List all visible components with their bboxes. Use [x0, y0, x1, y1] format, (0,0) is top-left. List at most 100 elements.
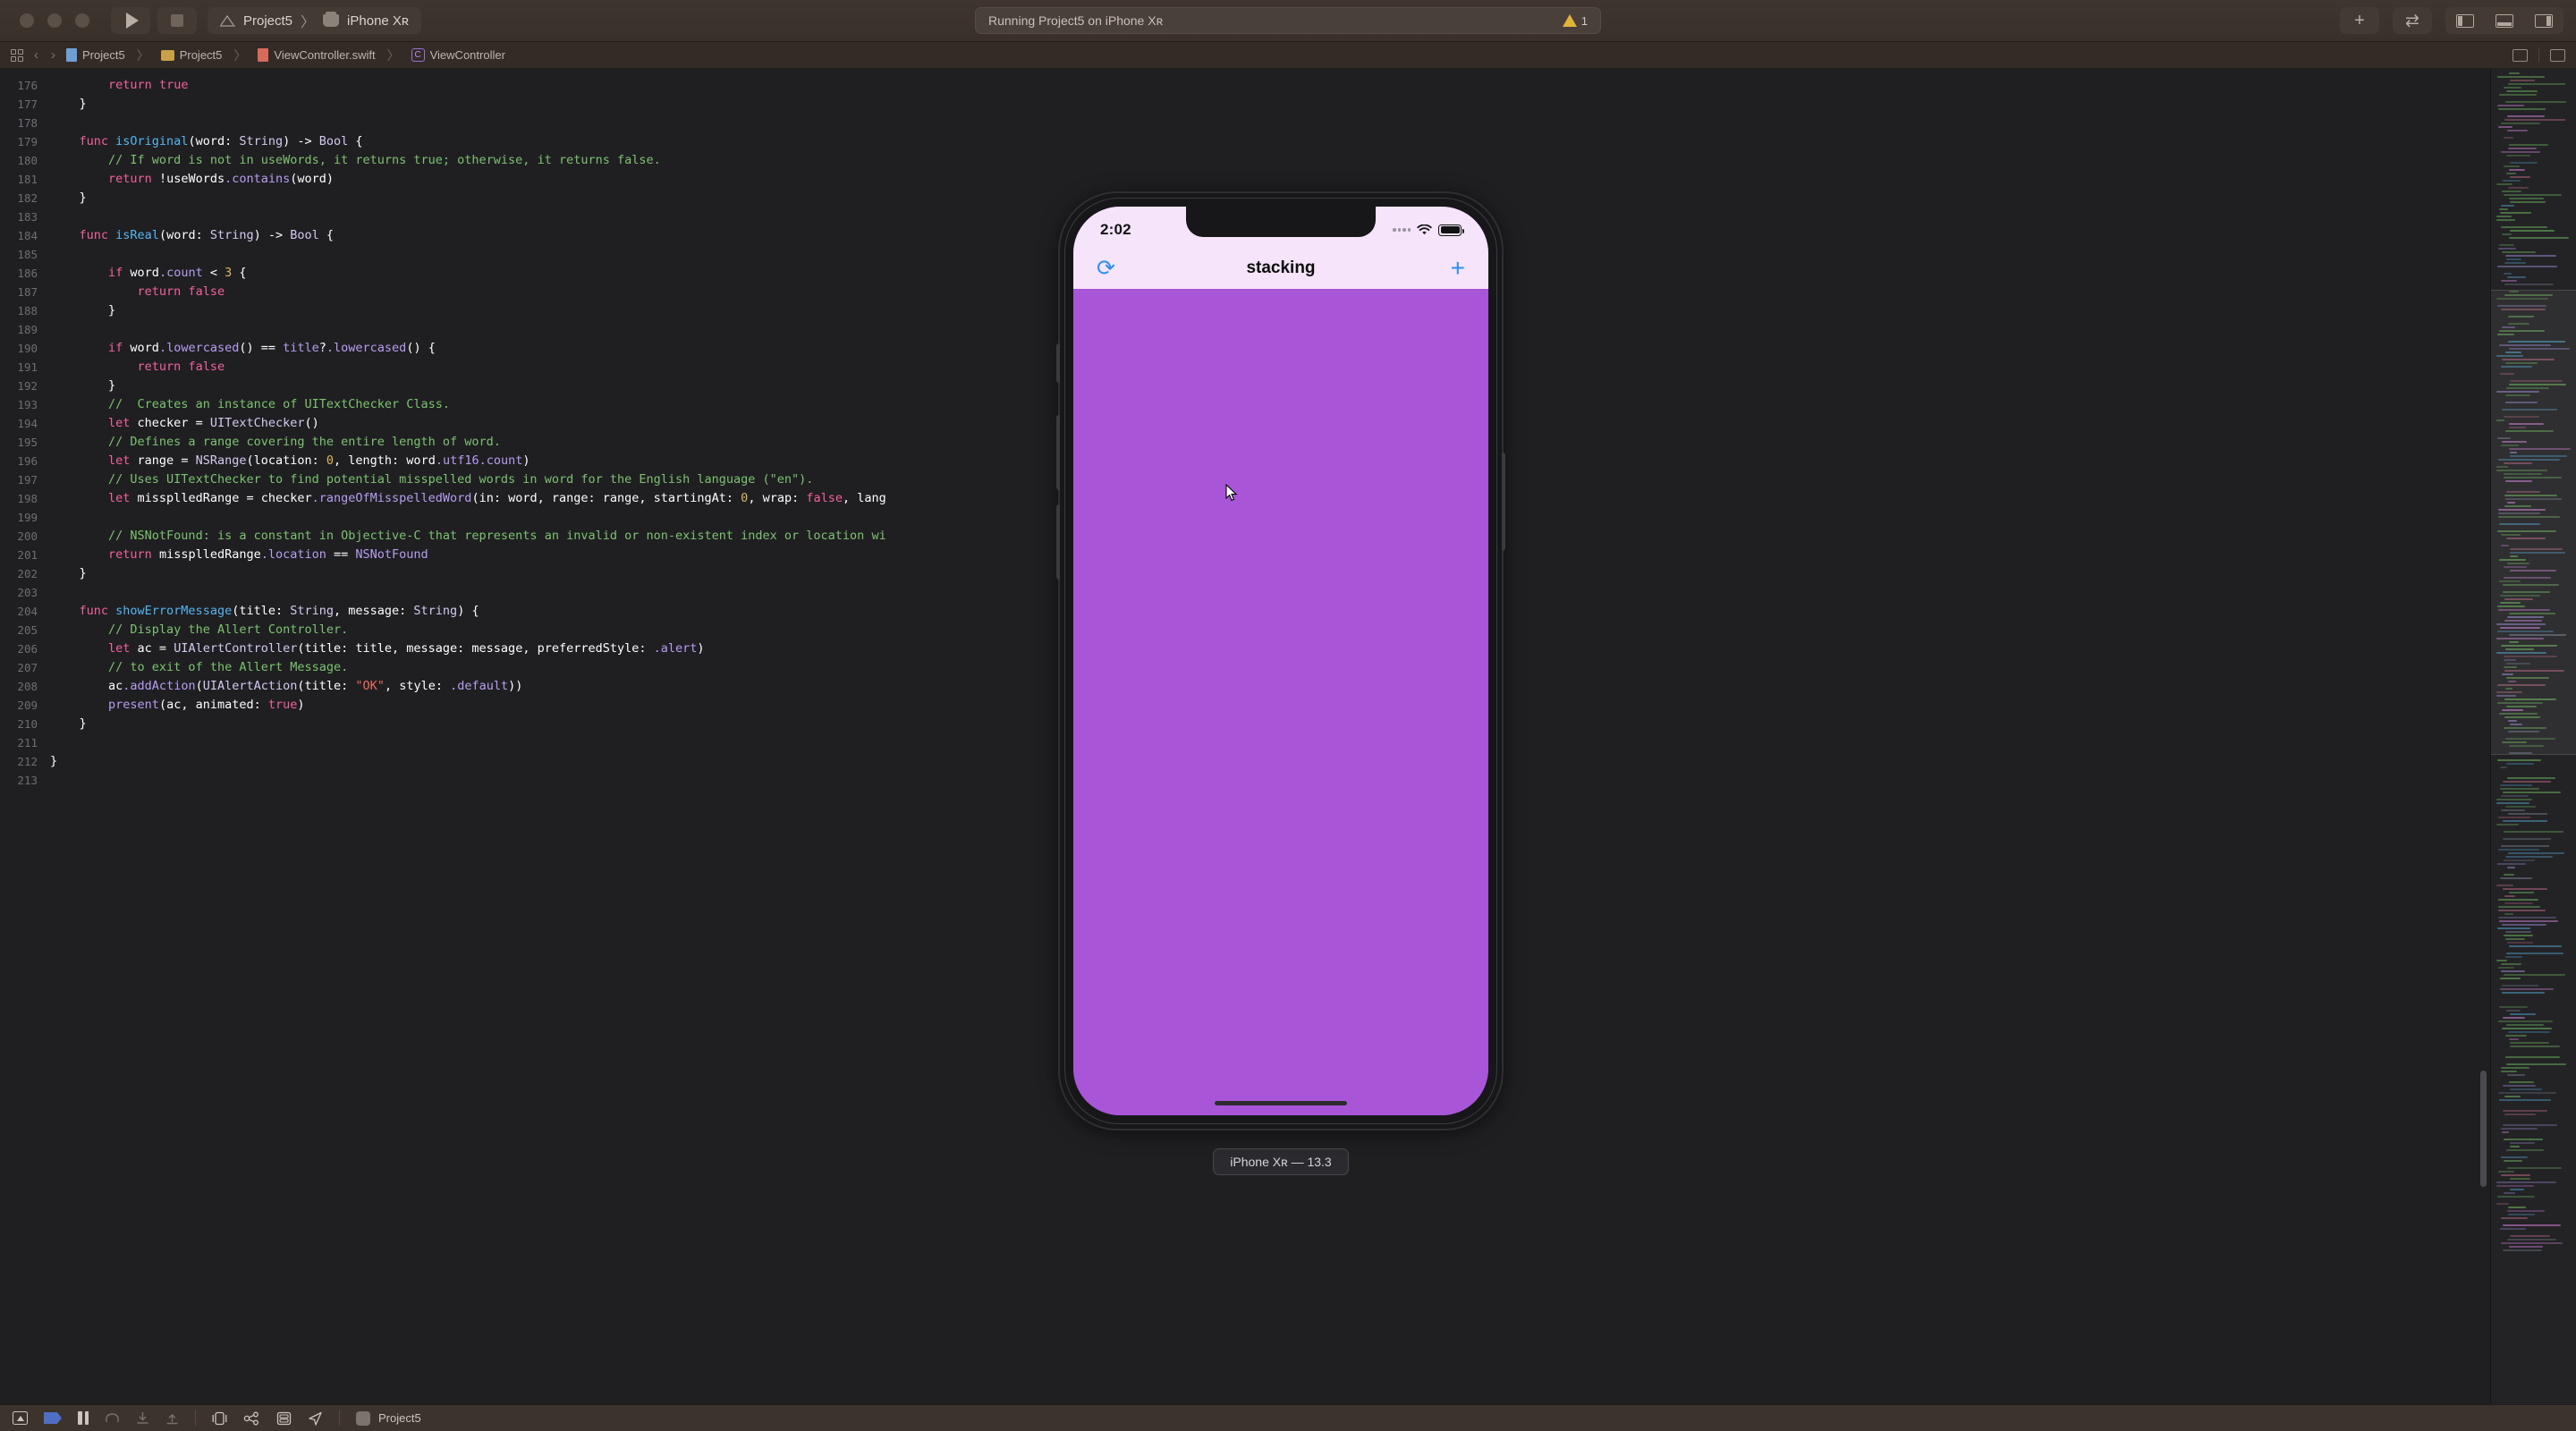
minimap-line: [2510, 1046, 2560, 1047]
minimap-line: [2499, 580, 2521, 582]
add-editor-button[interactable]: +: [2340, 7, 2379, 34]
activity-status-bar[interactable]: Running Project5 on iPhone Xʀ 1: [975, 7, 1601, 34]
minimap-line: [2497, 605, 2525, 607]
app-content-area[interactable]: [1073, 289, 1488, 1115]
maximize-window-button[interactable]: [75, 13, 89, 28]
minimap-line: [2505, 806, 2536, 808]
step-over-button[interactable]: [105, 1411, 120, 1425]
minimap-line: [2498, 967, 2514, 969]
app-navigation-bar: ⟳ stacking +: [1073, 248, 1488, 289]
minimap-toggle-icon[interactable]: [2512, 49, 2528, 62]
ios-simulator-window[interactable]: 2:02 ⟳ stacking: [1058, 191, 1504, 1175]
toggle-debug-area-button[interactable]: [2485, 7, 2524, 34]
minimap-line: [2500, 788, 2539, 790]
vertical-scrollbar[interactable]: [2480, 1071, 2487, 1187]
silent-switch[interactable]: [1056, 343, 1060, 383]
line-number: 188: [0, 301, 50, 320]
refresh-icon[interactable]: ⟳: [1097, 258, 1115, 280]
home-indicator[interactable]: [1215, 1101, 1347, 1105]
minimap-line: [2506, 763, 2534, 765]
code-line[interactable]: 179 func isOriginal(word: String) -> Boo…: [0, 132, 2490, 151]
line-number: 198: [0, 489, 50, 508]
swap-editor-button[interactable]: ⇄: [2393, 7, 2432, 34]
minimap-line: [2503, 1110, 2547, 1112]
minimap-line: [2500, 595, 2540, 597]
hide-debug-area-button[interactable]: [13, 1411, 28, 1425]
simulator-screen[interactable]: 2:02 ⟳ stacking: [1073, 207, 1488, 1115]
minimap-line: [2507, 867, 2515, 868]
minimap-line: [2503, 1017, 2525, 1019]
breakpoints-toggle-button[interactable]: [44, 1412, 62, 1424]
debug-view-hierarchy-button[interactable]: [243, 1411, 260, 1426]
run-button[interactable]: [111, 7, 150, 34]
close-window-button[interactable]: [20, 13, 34, 28]
minimap-line: [2510, 1042, 2549, 1044]
simulate-location-arrow-button[interactable]: [308, 1411, 323, 1426]
breadcrumb-item-class[interactable]: C ViewController: [411, 48, 505, 62]
toggle-navigator-button[interactable]: [2445, 7, 2485, 34]
nav-forward-button[interactable]: ›: [49, 47, 57, 63]
step-out-button[interactable]: [165, 1411, 179, 1425]
editor-minimap[interactable]: [2490, 69, 2576, 1404]
scheme-selector[interactable]: Project5 〉 iPhone Xʀ: [208, 7, 421, 34]
code-text: // Defines a range covering the entire l…: [50, 433, 501, 452]
minimize-window-button[interactable]: [47, 13, 62, 28]
window-traffic-lights[interactable]: [13, 13, 111, 28]
minimap-line: [2509, 237, 2569, 239]
code-text: }: [50, 301, 115, 320]
split-editor-icon[interactable]: [2550, 49, 2565, 62]
code-line[interactable]: 181 return !useWords.contains(word): [0, 170, 2490, 189]
minimap-line: [2501, 1156, 2528, 1158]
minimap-line: [2501, 445, 2519, 446]
code-line[interactable]: 178: [0, 114, 2490, 132]
minimap-line: [2498, 817, 2530, 818]
volume-down-button[interactable]: [1056, 504, 1060, 580]
minimap-line: [2510, 176, 2530, 178]
step-over-icon: [105, 1411, 120, 1425]
code-line[interactable]: 177 }: [0, 95, 2490, 114]
volume-up-button[interactable]: [1056, 415, 1060, 490]
minimap-line: [2501, 1128, 2538, 1130]
minimap-line: [2508, 83, 2565, 85]
panel-toggle-group: [2445, 7, 2563, 34]
minimap-line: [2499, 1099, 2551, 1101]
simulate-location-button[interactable]: [212, 1411, 227, 1426]
line-number: 196: [0, 452, 50, 470]
breadcrumb-item-folder[interactable]: Project5: [161, 48, 223, 62]
minimap-line: [2497, 631, 2554, 632]
pause-button[interactable]: [78, 1411, 89, 1425]
code-text: func showErrorMessage(title: String, mes…: [50, 602, 479, 621]
debug-memory-graph-button[interactable]: [276, 1411, 292, 1426]
toggle-inspector-button[interactable]: [2524, 7, 2563, 34]
minimap-line: [2504, 194, 2562, 196]
minimap-line: [2507, 1239, 2556, 1240]
minimap-line: [2507, 1167, 2562, 1169]
step-into-button[interactable]: [136, 1411, 149, 1425]
minimap-line: [2500, 602, 2521, 604]
wifi-icon: [1417, 224, 1432, 236]
minimap-line: [2509, 1038, 2519, 1040]
nav-back-button[interactable]: ‹: [32, 47, 40, 63]
minimap-line: [2509, 72, 2520, 74]
minimap-line: [2497, 530, 2556, 532]
add-word-icon[interactable]: +: [1451, 256, 1465, 281]
related-items-icon[interactable]: [11, 49, 23, 62]
breadcrumb-item-project[interactable]: Project5: [66, 48, 125, 62]
code-line[interactable]: 176 return true: [0, 76, 2490, 95]
debug-process-item[interactable]: Project5: [356, 1411, 421, 1426]
stop-button[interactable]: [157, 7, 197, 34]
minimap-line: [2503, 591, 2550, 593]
power-button[interactable]: [1502, 453, 1505, 551]
toolbar-right-group: + ⇄: [2340, 7, 2563, 34]
code-text: }: [50, 715, 87, 733]
play-icon: [126, 13, 139, 29]
minimap-line: [2499, 344, 2551, 346]
warning-badge[interactable]: 1: [1563, 14, 1588, 28]
breadcrumb-item-file[interactable]: ViewController.swift: [258, 48, 375, 62]
breadcrumb-bar: ‹ › Project5 〉 Project5 〉 ViewController…: [0, 42, 2576, 69]
minimap-line: [2501, 795, 2529, 797]
minimap-line: [2497, 759, 2541, 761]
code-text: if word.lowercased() == title?.lowercase…: [50, 339, 436, 358]
code-line[interactable]: 180 // If word is not in useWords, it re…: [0, 151, 2490, 170]
swift-file-icon: [258, 48, 268, 62]
